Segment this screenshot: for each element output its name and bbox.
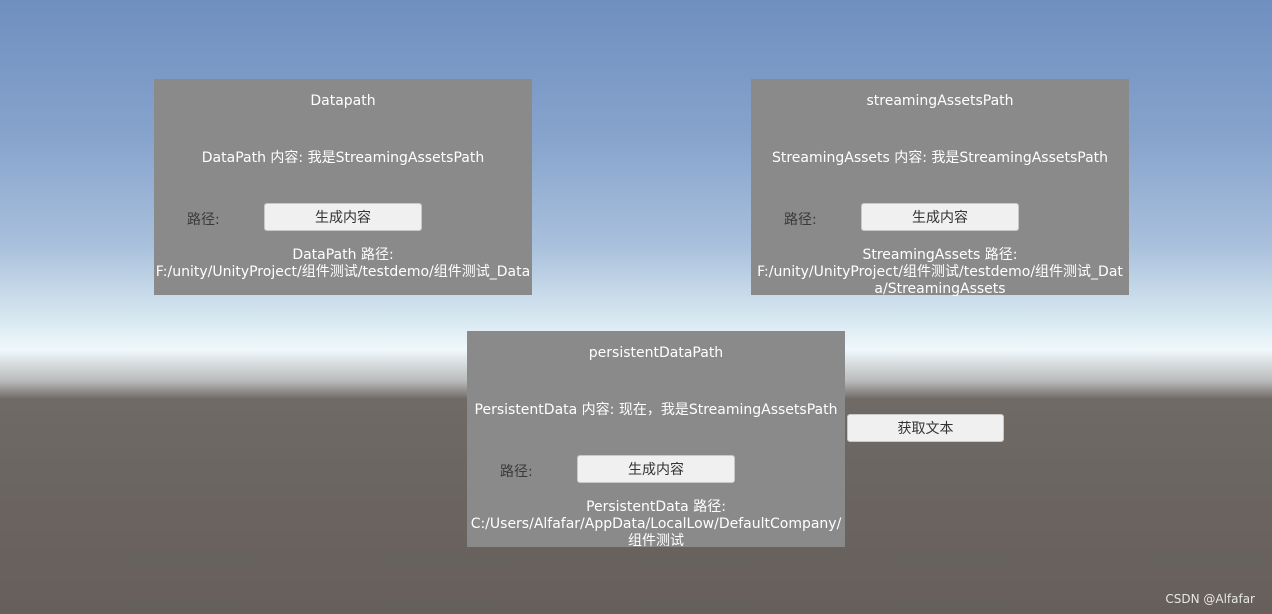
path-value: F:/unity/UnityProject/组件测试/testdemo/组件测试… [757,264,1123,297]
path-value: C:/Users/Alfafar/AppData/LocalLow/Defaul… [470,516,842,549]
streaming-assets-panel: streamingAssetsPath StreamingAssets 内容: … [751,79,1129,298]
content-text: StreamingAssets 内容: 我是StreamingAssetsPat… [771,150,1109,166]
persistent-data-panel: persistentDataPath PersistentData 内容: 现在… [467,331,845,550]
panel-title: streamingAssetsPath [866,93,1014,109]
path-label: 路径: [187,212,220,228]
path-text: StreamingAssets 路径: F:/unity/UnityProjec… [751,247,1129,298]
path-heading: StreamingAssets 路径: [862,247,1018,263]
generate-content-button[interactable]: 生成内容 [577,455,735,483]
path-label: 路径: [500,464,533,480]
content-text: DataPath 内容: 我是StreamingAssetsPath [201,150,485,166]
path-label: 路径: [784,212,817,228]
panel-title: Datapath [310,93,376,109]
datapath-panel: Datapath DataPath 内容: 我是StreamingAssetsP… [154,79,532,295]
path-text: PersistentData 路径: C:/Users/Alfafar/AppD… [467,499,845,550]
content-text: PersistentData 内容: 现在，我是StreamingAssetsP… [474,402,838,418]
panel-title: persistentDataPath [588,345,724,361]
path-heading: PersistentData 路径: [586,499,726,515]
generate-content-button[interactable]: 生成内容 [264,203,422,231]
fetch-text-button[interactable]: 获取文本 [847,414,1004,442]
path-value: F:/unity/UnityProject/组件测试/testdemo/组件测试… [155,264,531,280]
generate-content-button[interactable]: 生成内容 [861,203,1019,231]
path-text: DataPath 路径: F:/unity/UnityProject/组件测试/… [154,247,532,281]
watermark: CSDN @Alfafar [1165,592,1255,606]
path-heading: DataPath 路径: [292,247,394,263]
